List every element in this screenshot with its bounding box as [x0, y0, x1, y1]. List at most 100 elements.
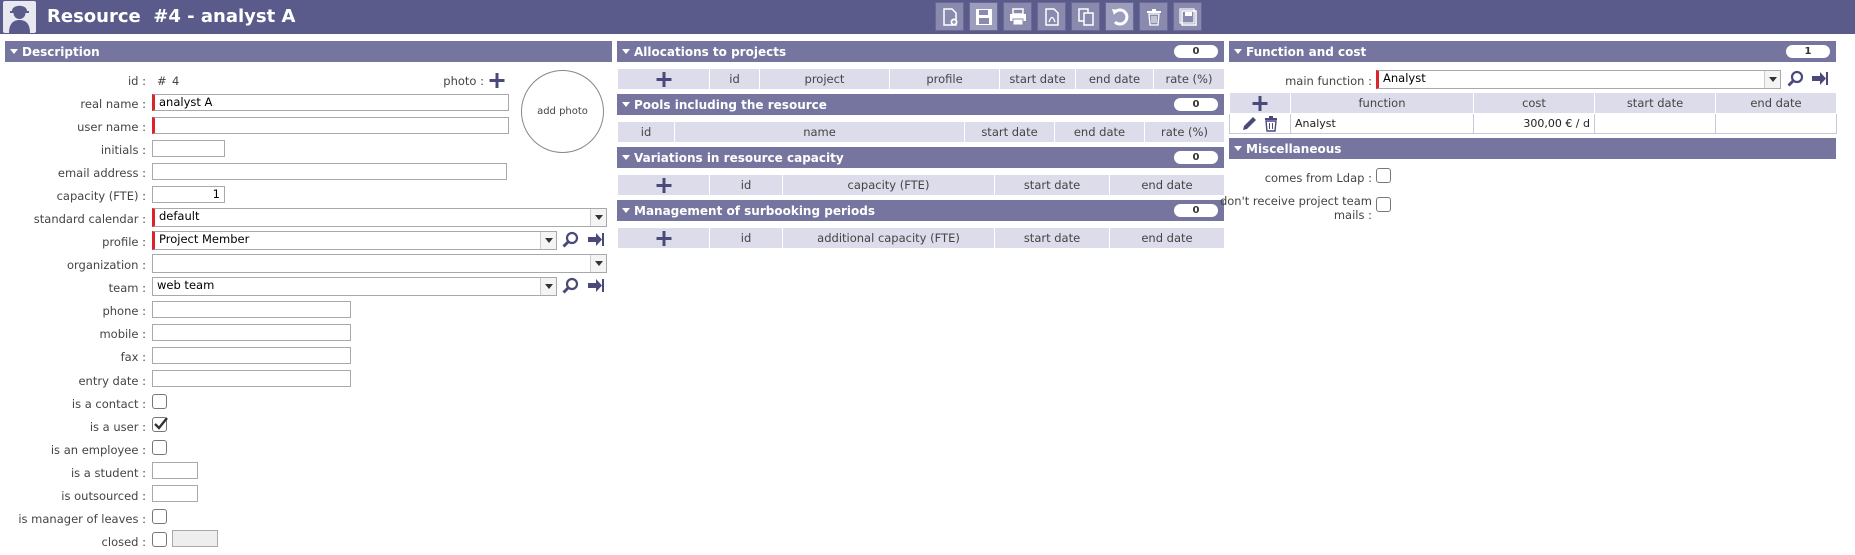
function-cell: Analyst [1290, 113, 1474, 134]
add-function-cost-button[interactable] [1229, 92, 1291, 114]
plus-icon [656, 230, 671, 246]
column-header[interactable]: id [709, 68, 760, 90]
is-user-checkbox[interactable] [152, 417, 168, 432]
surbooking-section-header[interactable]: Management of surbooking periods 0 [617, 200, 1224, 221]
chevron-down-icon [1764, 71, 1780, 88]
is-contact-label: is a contact : [71, 397, 146, 411]
phone-input[interactable] [152, 301, 351, 318]
column-header[interactable]: rate (%) [1144, 121, 1225, 143]
pdf-icon[interactable] [1037, 2, 1066, 31]
column-header[interactable]: end date [1109, 174, 1225, 196]
organization-select[interactable] [152, 254, 607, 273]
function-cost-table: function cost start date end date Analys… [1229, 92, 1837, 134]
section-title: Miscellaneous [1246, 142, 1342, 156]
user-name-input[interactable] [152, 117, 509, 134]
new-icon[interactable] [935, 2, 964, 31]
column-header[interactable]: start date [994, 227, 1110, 249]
description-section-header[interactable]: Description [5, 41, 612, 62]
column-header[interactable]: id [617, 121, 675, 143]
table-header-row: id capacity (FTE) start date end date [617, 174, 1225, 196]
is-employee-checkbox[interactable] [152, 440, 167, 455]
main-function-goto-icon[interactable] [1811, 70, 1829, 87]
column-header[interactable]: profile [889, 68, 1000, 90]
collapse-icon [10, 49, 18, 54]
surbooking-count-badge: 0 [1174, 204, 1218, 217]
column-header[interactable]: rate (%) [1153, 68, 1225, 90]
column-header[interactable]: function [1290, 92, 1474, 114]
is-manager-leaves-checkbox[interactable] [152, 509, 167, 524]
pools-section-header[interactable]: Pools including the resource 0 [617, 94, 1224, 115]
initials-input[interactable] [152, 140, 225, 157]
column-header[interactable]: id [709, 227, 783, 249]
ldap-label: comes from Ldap : [1264, 171, 1372, 185]
column-header[interactable]: end date [1109, 227, 1225, 249]
main-function-select[interactable]: Analyst [1376, 70, 1781, 89]
column-header[interactable]: capacity (FTE) [782, 174, 995, 196]
calendar-select[interactable]: default [152, 208, 607, 227]
copy-icon[interactable] [1071, 2, 1100, 31]
section-title: Management of surbooking periods [634, 204, 875, 218]
add-photo-plus-icon[interactable] [488, 72, 506, 89]
collapse-icon [1234, 146, 1242, 151]
entry-date-input[interactable] [152, 370, 351, 387]
edit-icon[interactable] [1241, 115, 1259, 132]
column-header[interactable]: end date [1054, 121, 1145, 143]
delete-icon[interactable] [1139, 2, 1168, 31]
chevron-down-icon [540, 278, 556, 295]
chevron-down-icon [590, 209, 606, 226]
column-header[interactable]: start date [999, 68, 1076, 90]
photo-placeholder[interactable]: add photo [521, 70, 604, 153]
save-icon[interactable] [969, 2, 998, 31]
profile-goto-icon[interactable] [587, 231, 605, 248]
function-cost-section-header[interactable]: Function and cost 1 [1229, 41, 1836, 62]
column-header[interactable]: cost [1473, 92, 1595, 114]
is-employee-label: is an employee : [50, 443, 146, 457]
column-header[interactable]: project [759, 68, 890, 90]
add-surbooking-button[interactable] [617, 227, 710, 249]
real-name-input[interactable]: analyst A [152, 94, 509, 111]
is-outsourced-input[interactable] [152, 485, 198, 502]
column-header[interactable]: id [709, 174, 783, 196]
fax-input[interactable] [152, 347, 351, 364]
calendar-label: standard calendar : [33, 212, 146, 226]
main-function-search-icon[interactable] [1787, 70, 1805, 87]
column-header[interactable]: start date [964, 121, 1055, 143]
function-cost-count-badge: 1 [1786, 45, 1830, 58]
print-icon[interactable] [1003, 2, 1032, 31]
is-student-input[interactable] [152, 462, 198, 479]
ldap-checkbox[interactable] [1376, 168, 1391, 183]
undo-icon[interactable] [1105, 2, 1134, 31]
team-search-icon[interactable] [562, 277, 580, 294]
mails-checkbox[interactable] [1376, 197, 1391, 212]
column-header[interactable]: start date [1594, 92, 1716, 114]
section-title: Allocations to projects [634, 45, 787, 59]
column-header[interactable]: end date [1715, 92, 1837, 114]
column-header[interactable]: name [674, 121, 965, 143]
page-title: Resource #4 - analyst A [47, 6, 296, 27]
team-select[interactable]: web team [152, 277, 557, 296]
profile-select[interactable]: Project Member [152, 231, 557, 250]
add-variation-button[interactable] [617, 174, 710, 196]
closed-checkbox[interactable] [152, 532, 167, 547]
email-input[interactable] [152, 163, 507, 180]
team-goto-icon[interactable] [587, 277, 605, 294]
profile-value: Project Member [159, 232, 250, 246]
id-hash: # [157, 74, 167, 88]
mobile-input[interactable] [152, 324, 351, 341]
entity-id: #4 [153, 6, 181, 27]
misc-section-header[interactable]: Miscellaneous [1229, 138, 1836, 159]
add-allocation-button[interactable] [617, 68, 710, 90]
is-contact-checkbox[interactable] [152, 394, 167, 409]
multi-save-icon[interactable] [1173, 2, 1202, 31]
allocations-section-header[interactable]: Allocations to projects 0 [617, 41, 1224, 62]
capacity-input[interactable]: 1 [152, 186, 225, 203]
variations-section-header[interactable]: Variations in resource capacity 0 [617, 147, 1224, 168]
capacity-label: capacity (FTE) : [56, 189, 146, 203]
column-header[interactable]: start date [994, 174, 1110, 196]
column-header[interactable]: additional capacity (FTE) [782, 227, 995, 249]
email-label: email address : [57, 166, 146, 180]
column-header[interactable]: end date [1075, 68, 1154, 90]
trash-icon[interactable] [1263, 115, 1279, 132]
pools-count-badge: 0 [1174, 98, 1218, 111]
profile-search-icon[interactable] [562, 231, 580, 248]
